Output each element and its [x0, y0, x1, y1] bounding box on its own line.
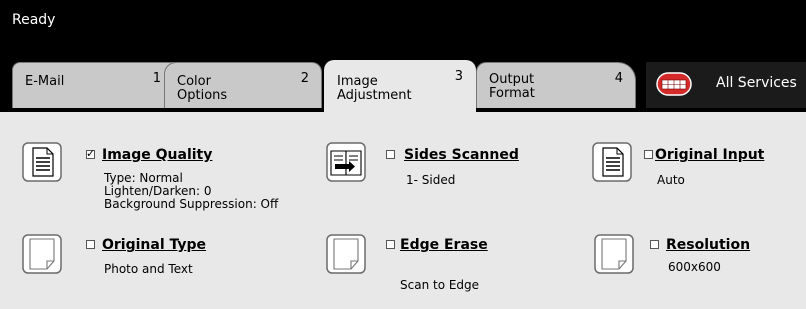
resolution-title[interactable]: Resolution [666, 237, 750, 253]
original-type-value: Photo and Text [104, 262, 193, 276]
tab-email-label-line1: E-Mail [25, 74, 65, 89]
tab-image-adjustment-number: 3 [454, 69, 463, 84]
all-services-icon [656, 72, 692, 96]
tab-email-label: E-Mail [25, 75, 64, 89]
original-type-button-icon[interactable] [22, 234, 62, 274]
tab-email[interactable]: E-Mail 1 [12, 62, 174, 108]
sides-scanned-value: 1- Sided [406, 173, 456, 187]
tab-image-adjustment-line1: Image [337, 74, 378, 89]
resolution-button-icon[interactable] [594, 234, 634, 274]
copier-ui: Ready E-Mail 1 Color Options 2 Image Adj… [0, 0, 806, 309]
image-adjustment-panel: Image Quality Type: Normal Lighten/Darke… [0, 112, 806, 309]
tab-output-format-line2: Format [489, 86, 535, 101]
sides-scanned-button-icon[interactable] [326, 142, 366, 182]
tab-image-adjustment[interactable]: Image Adjustment 3 [324, 60, 476, 118]
tab-email-number: 1 [152, 71, 161, 86]
resolution-checkbox [650, 240, 659, 249]
edge-erase-button-icon[interactable] [326, 234, 366, 274]
edge-erase-checkbox [386, 240, 395, 249]
original-input-value: Auto [657, 173, 685, 187]
edge-erase-value: Scan to Edge [400, 278, 480, 292]
image-quality-title[interactable]: Image Quality [102, 147, 212, 163]
tab-output-format-line1: Output [489, 72, 535, 87]
original-input-title[interactable]: Original Input [655, 147, 764, 163]
tab-color-options-number: 2 [300, 71, 309, 86]
original-input-button-icon[interactable] [592, 142, 632, 182]
tab-output-format[interactable]: Output Format 4 [476, 62, 636, 108]
resolution-value: 600x600 [668, 260, 721, 274]
sides-scanned-title[interactable]: Sides Scanned [404, 147, 519, 163]
tab-color-options-line1: Color [177, 74, 211, 89]
status-text: Ready [12, 12, 56, 28]
status-bar: Ready [0, 0, 806, 48]
tab-output-format-label: Output Format [489, 73, 535, 101]
tab-color-options-label: Color Options [177, 75, 227, 103]
edge-erase-title[interactable]: Edge Erase [400, 237, 488, 253]
original-input-checkbox [644, 150, 653, 159]
tab-image-adjustment-line2: Adjustment [337, 88, 412, 103]
tab-color-options-line2: Options [177, 88, 228, 103]
tab-image-adjustment-label: Image Adjustment [337, 75, 412, 103]
image-quality-button-icon[interactable] [22, 142, 62, 182]
image-quality-background: Background Suppression: Off [104, 197, 279, 211]
original-type-checkbox [86, 240, 95, 249]
tab-color-options[interactable]: Color Options 2 [164, 62, 322, 108]
all-services-button[interactable]: All Services [646, 62, 806, 108]
image-quality-checkbox [86, 147, 95, 160]
sides-scanned-checkbox [386, 150, 395, 159]
all-services-label: All Services [716, 75, 797, 91]
tab-output-format-number: 4 [614, 71, 623, 86]
original-type-title[interactable]: Original Type [102, 237, 206, 253]
